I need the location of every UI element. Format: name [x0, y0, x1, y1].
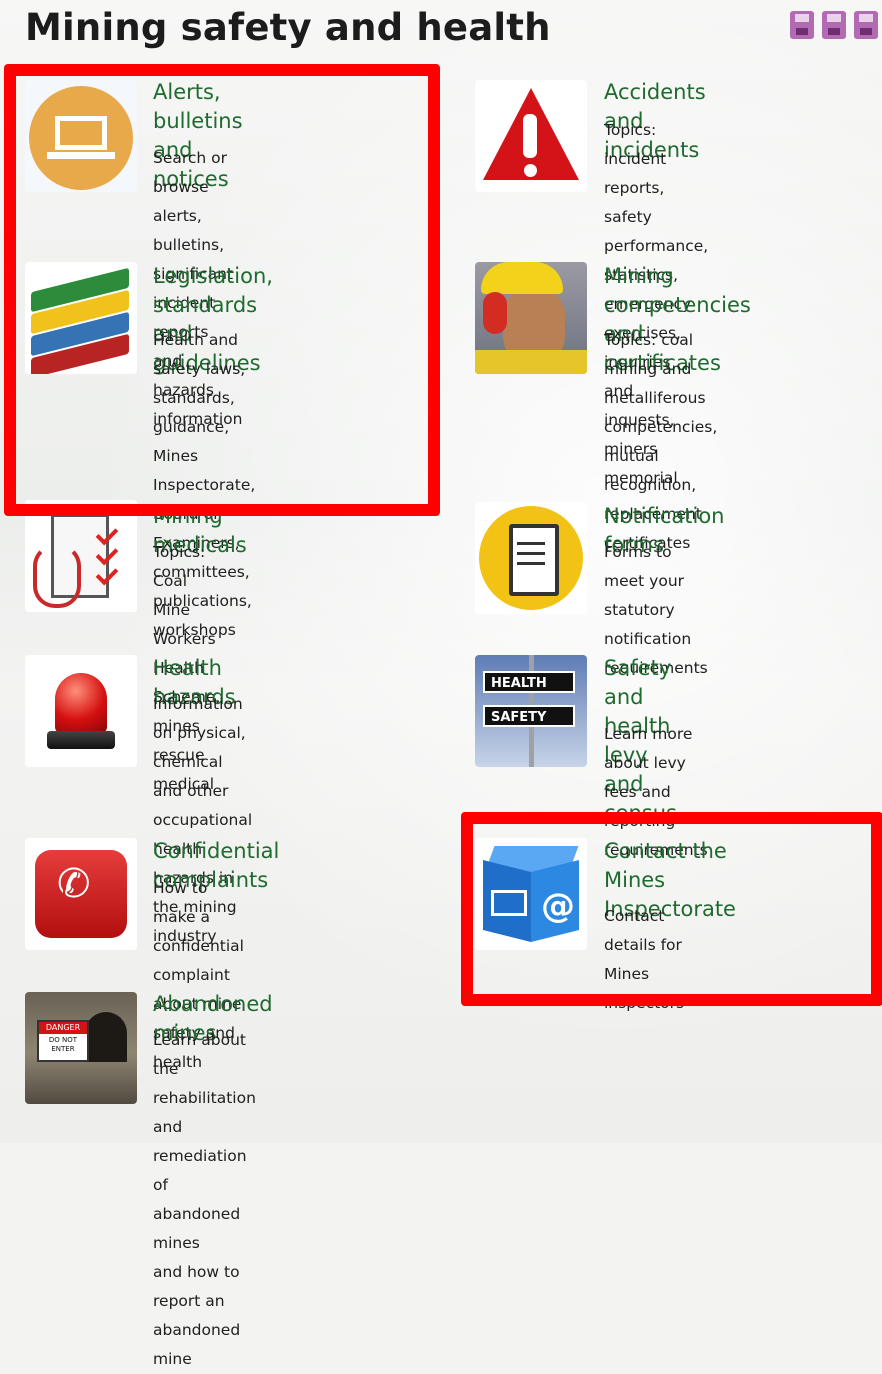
- siren-icon[interactable]: [25, 655, 137, 767]
- danger-subtext: DO NOT ENTER: [48, 1036, 78, 1053]
- item-description: Contact details for Mines inspectors: [604, 907, 685, 1012]
- signpost-icon[interactable]: HEALTH SAFETY: [475, 655, 587, 767]
- sign-safety: SAFETY: [483, 705, 575, 727]
- page-title: Mining safety and health: [25, 6, 551, 49]
- danger-sign-icon[interactable]: DANGER DO NOT ENTER: [25, 992, 137, 1104]
- danger-label: DANGER: [39, 1022, 87, 1034]
- sign-health: HEALTH: [483, 671, 575, 693]
- save-icon[interactable]: [822, 11, 846, 39]
- medical-clipboard-icon[interactable]: [25, 500, 137, 612]
- books-icon[interactable]: [25, 262, 137, 374]
- toolbar-icons: [790, 11, 878, 39]
- laptop-icon[interactable]: [25, 80, 137, 192]
- save-icon[interactable]: [790, 11, 814, 39]
- clipboard-icon[interactable]: [475, 502, 587, 614]
- save-icon[interactable]: [854, 11, 878, 39]
- item-description: Learn about the rehabilitation and remed…: [153, 1031, 256, 1368]
- phone-icon[interactable]: ✆: [25, 838, 137, 950]
- worker-icon[interactable]: [475, 262, 587, 374]
- warning-icon[interactable]: [475, 80, 587, 192]
- contact-cube-icon[interactable]: @: [475, 838, 587, 950]
